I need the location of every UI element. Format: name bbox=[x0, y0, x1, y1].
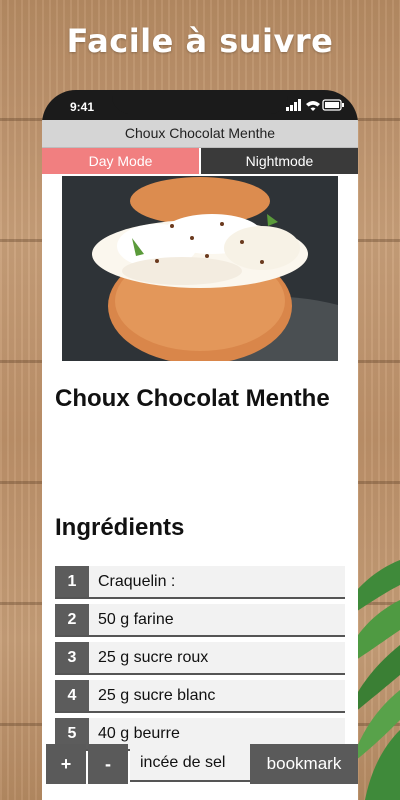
ingredient-number: 4 bbox=[55, 680, 89, 711]
ingredient-number: 1 bbox=[55, 566, 89, 597]
phone-frame: 9:41 Choux Chocolat Menthe Day Mode Nigh… bbox=[42, 90, 358, 800]
bookmark-button[interactable]: bookmark bbox=[250, 744, 358, 784]
ingredient-text: 50 g farine bbox=[98, 611, 174, 628]
bottom-toolbar: incée de sel + - bookmark bbox=[42, 744, 358, 792]
day-mode-button[interactable]: Day Mode bbox=[42, 148, 199, 174]
status-time: 9:41 bbox=[70, 100, 95, 114]
night-mode-button[interactable]: Nightmode bbox=[199, 148, 358, 174]
ingredient-text: 25 g sucre blanc bbox=[98, 687, 216, 704]
app-screen: Choux Chocolat Menthe Day Mode Nightmode bbox=[42, 120, 358, 800]
zoom-out-button[interactable]: - bbox=[88, 744, 128, 784]
recipe-photo bbox=[62, 176, 338, 361]
ingredient-number: 2 bbox=[55, 604, 89, 635]
list-item: 2 50 g farine bbox=[55, 604, 345, 637]
list-item-partial: incée de sel bbox=[130, 746, 258, 782]
ingredients-heading: Ingrédients bbox=[55, 514, 185, 541]
signal-wifi-battery-icon bbox=[286, 99, 344, 111]
ingredient-number: 3 bbox=[55, 642, 89, 673]
mode-switcher: Day Mode Nightmode bbox=[42, 148, 358, 174]
ingredient-text: 25 g sucre roux bbox=[98, 649, 209, 666]
ingredients-list: 1 Craquelin : 2 50 g farine 3 25 g sucre… bbox=[55, 566, 345, 756]
phone-notch bbox=[112, 90, 288, 114]
list-item: 4 25 g sucre blanc bbox=[55, 680, 345, 713]
promo-headline: Facile à suivre bbox=[66, 22, 334, 60]
ingredient-text: Craquelin : bbox=[98, 573, 176, 590]
zoom-in-button[interactable]: + bbox=[46, 744, 86, 784]
recipe-title: Choux Chocolat Menthe bbox=[55, 385, 330, 412]
app-title-bar: Choux Chocolat Menthe bbox=[42, 120, 358, 148]
list-item: 1 Craquelin : bbox=[55, 566, 345, 599]
list-item: 3 25 g sucre roux bbox=[55, 642, 345, 675]
